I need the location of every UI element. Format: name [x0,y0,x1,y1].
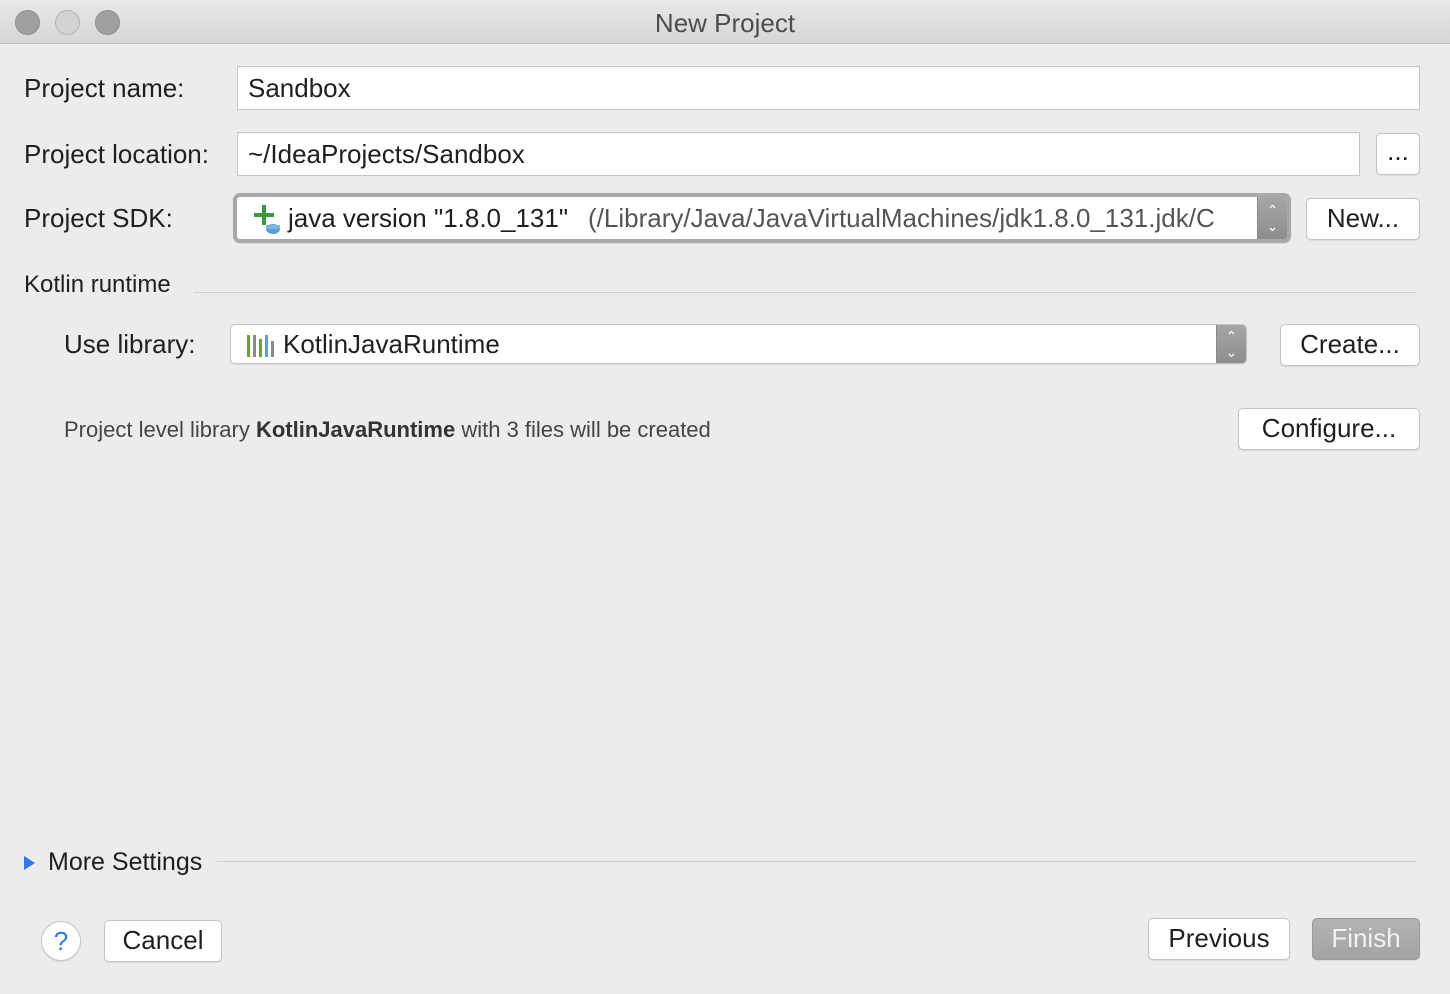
window-title: New Project [654,8,796,38]
browse-location-button[interactable]: ... [1376,133,1420,175]
more-settings-label: More Settings [48,848,203,876]
kotlin-runtime-divider [194,292,1416,293]
info-prefix: Project level library [64,417,256,442]
use-library-combo[interactable]: KotlinJavaRuntime ⌃ ⌄ [230,324,1247,364]
project-name-input[interactable]: Sandbox [237,66,1420,110]
library-value-text: KotlinJavaRuntime [283,329,500,359]
expand-triangle-icon [24,856,35,870]
sdk-path-text: (/Library/Java/JavaVirtualMachines/jdk1.… [588,203,1215,233]
sdk-add-icon [251,199,281,237]
project-sdk-combo[interactable]: java version "1.8.0_131" (/Library/Java/… [233,193,1291,243]
library-combo-arrow-icon[interactable]: ⌃ ⌄ [1216,325,1246,363]
help-icon: ? [53,926,69,956]
title-bar: New Project [0,0,1450,44]
configure-button[interactable]: Configure... [1238,408,1420,450]
project-location-input[interactable]: ~/IdeaProjects/Sandbox [237,132,1360,176]
project-sdk-label: Project SDK: [24,203,173,233]
project-name-label: Project name: [24,73,185,103]
cancel-button[interactable]: Cancel [104,920,222,962]
info-suffix: with 3 files will be created [455,417,711,442]
project-location-label: Project location: [24,139,209,169]
new-sdk-button[interactable]: New... [1306,198,1420,240]
use-library-label: Use library: [64,329,196,359]
kotlin-runtime-heading: Kotlin runtime [24,271,171,298]
help-button[interactable]: ? [41,921,81,961]
sdk-version-text: java version "1.8.0_131" [288,203,569,233]
more-settings-divider [217,861,1417,862]
create-library-button[interactable]: Create... [1280,324,1420,366]
sdk-combo-arrow-icon[interactable]: ⌃ ⌄ [1257,197,1287,239]
info-library-name: KotlinJavaRuntime [255,417,456,442]
previous-button[interactable]: Previous [1148,918,1290,960]
new-project-window: New Project Project name: Sandbox Projec… [0,0,1450,994]
library-icon [245,331,275,357]
library-info-text: Project level library KotlinJavaRuntime … [64,417,711,443]
finish-button[interactable]: Finish [1312,918,1420,960]
